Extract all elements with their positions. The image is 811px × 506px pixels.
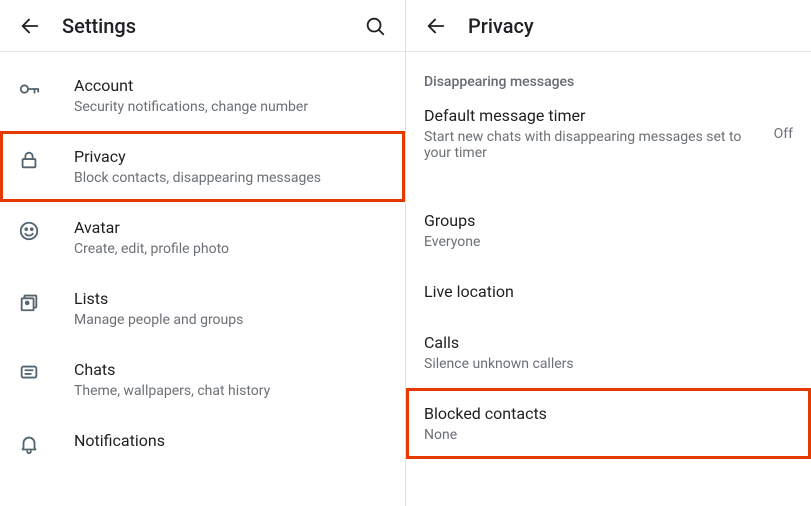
- settings-item-chats[interactable]: Chats Theme, wallpapers, chat history: [0, 344, 405, 415]
- list-item-label: Groups: [424, 211, 793, 230]
- list-item-sub: Start new chats with disappearing messag…: [424, 129, 766, 161]
- page-title: Settings: [62, 14, 136, 38]
- chats-icon: [18, 362, 40, 384]
- settings-item-account[interactable]: Account Security notifications, change n…: [0, 60, 405, 131]
- page-title: Privacy: [468, 14, 534, 38]
- list-item-sub: None: [424, 427, 793, 443]
- list-item-label: Notifications: [74, 431, 387, 450]
- privacy-item-groups[interactable]: Groups Everyone: [406, 195, 811, 266]
- avatar-icon: [18, 220, 40, 242]
- list-item-label: Chats: [74, 360, 387, 379]
- privacy-appbar: Privacy: [406, 0, 811, 52]
- list-item-sub: Block contacts, disappearing messages: [74, 170, 387, 186]
- settings-item-notifications[interactable]: Notifications: [0, 415, 405, 459]
- privacy-panel: Privacy Disappearing messages Default me…: [406, 0, 811, 506]
- list-item-label: Live location: [424, 282, 793, 301]
- list-item-label: Avatar: [74, 218, 387, 237]
- list-item-label: Lists: [74, 289, 387, 308]
- list-item-sub: Security notifications, change number: [74, 99, 387, 115]
- list-item-trailing: Off: [766, 126, 793, 142]
- bell-icon: [18, 433, 40, 455]
- lock-icon: [18, 149, 40, 171]
- list-item-sub: Create, edit, profile photo: [74, 241, 387, 257]
- list-item-label: Default message timer: [424, 106, 766, 125]
- list-item-sub: Everyone: [424, 234, 793, 250]
- list-item-label: Blocked contacts: [424, 404, 793, 423]
- back-button[interactable]: [416, 6, 456, 46]
- list-item-sub: Manage people and groups: [74, 312, 387, 328]
- privacy-item-blocked-contacts[interactable]: Blocked contacts None: [406, 388, 811, 459]
- back-button[interactable]: [10, 6, 50, 46]
- settings-list: Account Security notifications, change n…: [0, 52, 405, 459]
- list-item-label: Account: [74, 76, 387, 95]
- list-item-sub: Theme, wallpapers, chat history: [74, 383, 387, 399]
- privacy-item-default-timer[interactable]: Default message timer Start new chats wi…: [406, 98, 811, 177]
- settings-panel: Settings Account Security notifications,…: [0, 0, 406, 506]
- search-button[interactable]: [355, 6, 395, 46]
- list-item-sub: Silence unknown callers: [424, 356, 793, 372]
- lists-icon: [18, 291, 40, 313]
- key-icon: [18, 78, 40, 100]
- arrow-left-icon: [19, 15, 41, 37]
- settings-appbar: Settings: [0, 0, 405, 52]
- settings-item-avatar[interactable]: Avatar Create, edit, profile photo: [0, 202, 405, 273]
- privacy-list: Disappearing messages Default message ti…: [406, 52, 811, 459]
- privacy-item-calls[interactable]: Calls Silence unknown callers: [406, 317, 811, 388]
- arrow-left-icon: [425, 15, 447, 37]
- list-item-label: Privacy: [74, 147, 387, 166]
- list-item-label: Calls: [424, 333, 793, 352]
- settings-item-lists[interactable]: Lists Manage people and groups: [0, 273, 405, 344]
- privacy-item-live-location[interactable]: Live location: [406, 266, 811, 317]
- search-icon: [364, 15, 386, 37]
- section-header-disappearing: Disappearing messages: [406, 60, 811, 98]
- settings-item-privacy[interactable]: Privacy Block contacts, disappearing mes…: [0, 131, 405, 202]
